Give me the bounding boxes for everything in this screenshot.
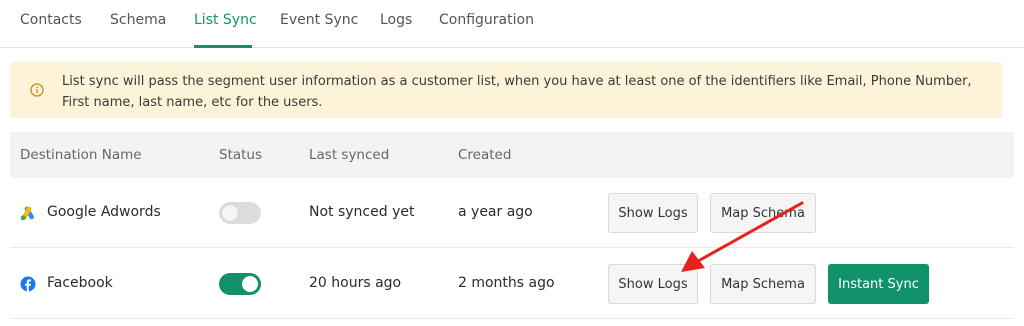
map-schema-button[interactable]: Map Schema — [710, 193, 816, 233]
column-header-status: Status — [219, 147, 263, 163]
tab-contacts[interactable]: Contacts — [20, 12, 82, 28]
status-toggle[interactable] — [219, 202, 261, 224]
created-value: 2 months ago — [458, 275, 555, 291]
toggle-knob — [242, 276, 258, 292]
table-row: Facebook 20 hours ago 2 months ago Show … — [10, 249, 1014, 319]
column-header-created: Created — [458, 147, 512, 163]
tab-configuration[interactable]: Configuration — [439, 12, 534, 28]
tab-event-sync[interactable]: Event Sync — [280, 12, 358, 28]
destination-name: Google Adwords — [47, 204, 161, 220]
last-synced-value: Not synced yet — [309, 204, 415, 220]
destination-name: Facebook — [47, 275, 113, 291]
column-header-destination: Destination Name — [20, 147, 142, 163]
info-banner: List sync will pass the segment user inf… — [10, 62, 1002, 118]
status-toggle[interactable] — [219, 273, 261, 295]
tab-logs[interactable]: Logs — [380, 12, 412, 28]
tab-bar: Contacts Schema List Sync Event Sync Log… — [0, 0, 1024, 48]
map-schema-button[interactable]: Map Schema — [710, 264, 816, 304]
active-tab-indicator — [194, 45, 252, 48]
show-logs-button[interactable]: Show Logs — [608, 193, 698, 233]
info-icon — [30, 83, 44, 97]
tab-schema[interactable]: Schema — [110, 12, 166, 28]
instant-sync-button[interactable]: Instant Sync — [828, 264, 929, 304]
table-header: Destination Name Status Last synced Crea… — [10, 132, 1014, 178]
tab-list-sync[interactable]: List Sync — [194, 12, 257, 28]
google-ads-logo-icon — [20, 206, 34, 221]
created-value: a year ago — [458, 204, 533, 220]
column-header-last-synced: Last synced — [309, 147, 390, 163]
facebook-logo-icon — [20, 276, 36, 292]
info-banner-text: List sync will pass the segment user inf… — [62, 74, 972, 110]
toggle-knob — [222, 205, 238, 221]
last-synced-value: 20 hours ago — [309, 275, 402, 291]
table-row: Google Adwords Not synced yet a year ago… — [10, 178, 1014, 248]
show-logs-button[interactable]: Show Logs — [608, 264, 698, 304]
